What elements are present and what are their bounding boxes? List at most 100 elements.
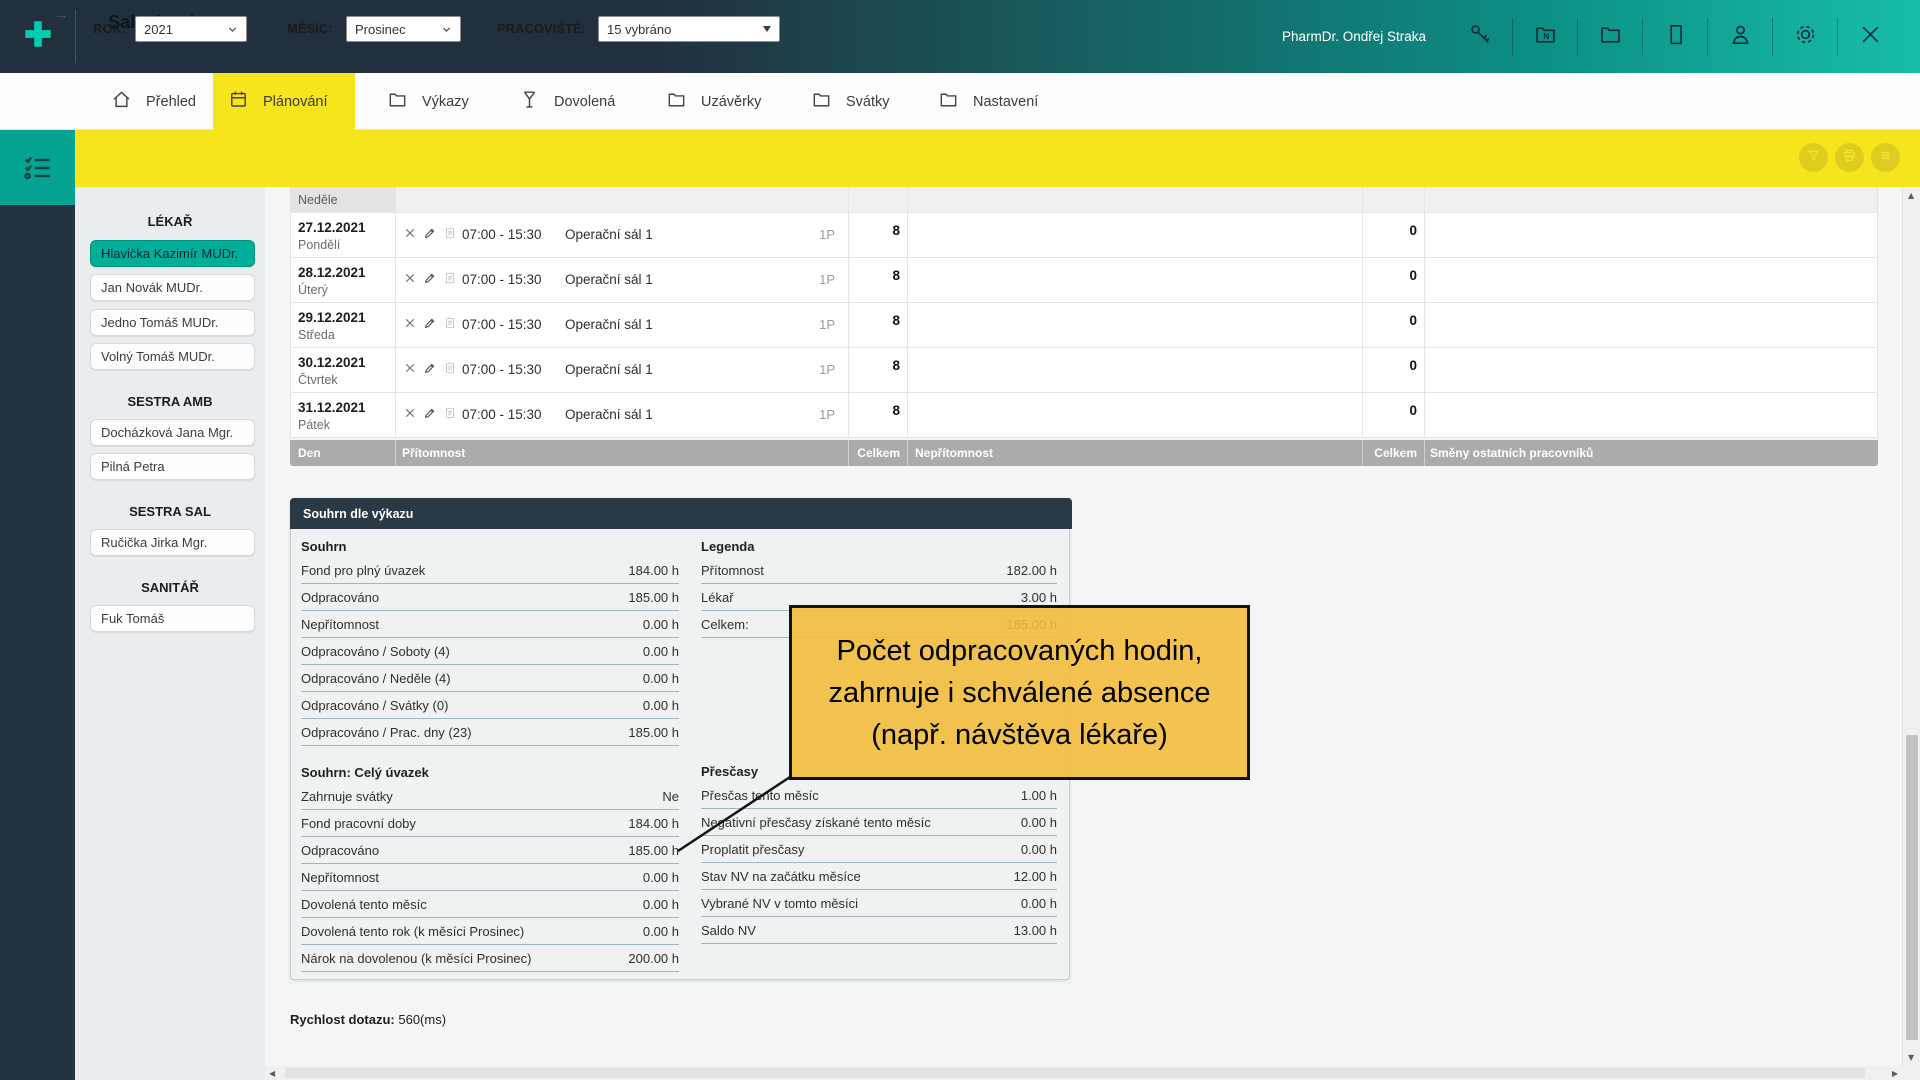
folder-icon xyxy=(1597,21,1624,53)
table-right-border xyxy=(1877,348,1878,392)
sidebar-person[interactable]: Jan Novák MUDr. xyxy=(90,274,255,301)
sidebar-person[interactable]: Hlavička Kazimír MUDr. xyxy=(90,240,255,267)
sidebar-group-title: SANITÁŘ xyxy=(75,580,265,595)
edit-icon[interactable] xyxy=(423,271,437,290)
summary-row: Fond pro plný úvazek184.00 h xyxy=(301,557,679,584)
tooltip-text-line: Počet odpracovaných hodin, xyxy=(837,630,1203,672)
delete-icon[interactable] xyxy=(403,406,417,425)
delete-icon[interactable] xyxy=(403,316,417,335)
column-border xyxy=(907,187,908,212)
gear-button[interactable] xyxy=(1773,0,1837,73)
edit-icon[interactable] xyxy=(423,361,437,380)
scroll-up-icon[interactable]: ▲ xyxy=(1908,191,1914,200)
sidebar-person[interactable]: Docházková Jana Mgr. xyxy=(90,419,255,446)
tab-planovani[interactable]: Plánování xyxy=(213,73,355,130)
summary-row-label: Odpracováno xyxy=(301,590,379,605)
document-icon[interactable] xyxy=(443,226,457,245)
schedule-row: 30.12.2021Čtvrtek07:00 - 15:30Operační s… xyxy=(290,348,1878,393)
tab-vykazy[interactable]: Výkazy xyxy=(372,73,490,130)
column-border xyxy=(395,258,396,302)
home-icon xyxy=(110,88,133,116)
column-border xyxy=(1362,393,1363,437)
workplace-select[interactable]: 15 vybráno xyxy=(598,16,780,42)
delete-icon[interactable] xyxy=(403,226,417,245)
document-icon[interactable] xyxy=(443,271,457,290)
footer-separator xyxy=(395,440,396,466)
scroll-right-icon[interactable]: ▶ xyxy=(1892,1069,1898,1078)
delete-icon[interactable] xyxy=(403,271,417,290)
window-button[interactable] xyxy=(1643,0,1707,73)
document-icon[interactable] xyxy=(443,361,457,380)
summary-row-value: 0.00 h xyxy=(643,897,679,912)
footer-col-label: Den xyxy=(298,446,321,460)
day-name: Čtvrtek xyxy=(298,373,338,387)
tab-nastaveni[interactable]: Nastavení xyxy=(923,73,1055,130)
sidebar-person[interactable]: Fuk Tomáš xyxy=(90,605,255,632)
vertical-scrollbar[interactable]: ▲ ▼ xyxy=(1902,187,1920,1066)
tab-label: Nastavení xyxy=(973,94,1038,110)
sidebar-person[interactable]: Ručička Jirka Mgr. xyxy=(90,529,255,556)
people-list-toggle[interactable] xyxy=(0,130,75,205)
month-select[interactable]: Prosinec xyxy=(346,16,461,42)
summary-row-value: 0.00 h xyxy=(643,924,679,939)
filter-button[interactable] xyxy=(1799,143,1828,172)
summary-row-label: Stav NV na začátku měsíce xyxy=(701,869,861,884)
vertical-scroll-thumb[interactable] xyxy=(1906,735,1918,1040)
summary-row: Dovolená tento měsíc0.00 h xyxy=(301,891,679,918)
menu-icon xyxy=(1877,147,1894,169)
summary-row-value: Ne xyxy=(662,789,679,804)
year-select[interactable]: 2021 xyxy=(135,16,247,42)
summary-row-value: 184.00 h xyxy=(628,816,679,831)
summary-row-label: Proplatit přesčasy xyxy=(701,842,804,857)
sidebar-person[interactable]: Pilná Petra xyxy=(90,453,255,480)
summary-row: Přesčas tento měsíc1.00 h xyxy=(701,782,1057,809)
date-label: 27.12.2021 xyxy=(298,220,366,235)
tab-prehled[interactable]: Přehled xyxy=(96,73,208,130)
folder-n-icon: N xyxy=(1532,21,1559,53)
summary-row-value: 0.00 h xyxy=(1021,815,1057,830)
rail-bottom xyxy=(0,1066,75,1080)
column-border xyxy=(1424,258,1425,302)
horizontal-scroll-thumb[interactable] xyxy=(285,1068,1865,1078)
column-border xyxy=(1362,187,1363,212)
folder-button[interactable] xyxy=(1578,0,1642,73)
edit-icon[interactable] xyxy=(423,316,437,335)
delete-icon[interactable] xyxy=(403,361,417,380)
summary-left-column: SouhrnFond pro plný úvazek184.00 hOdprac… xyxy=(301,530,679,972)
shift-time: 07:00 - 15:30 xyxy=(462,407,542,422)
close-button[interactable] xyxy=(1838,0,1902,73)
column-border xyxy=(907,393,908,437)
collapse-arrow-icon[interactable]: → xyxy=(54,6,69,23)
column-border xyxy=(848,213,849,257)
summary-row: Odpracováno / Soboty (4)0.00 h xyxy=(301,638,679,665)
shift-tag: 1P xyxy=(770,317,835,332)
footer-col-label: Směny ostatních pracovníků xyxy=(1430,446,1593,460)
summary-row: Proplatit přesčasy0.00 h xyxy=(701,836,1057,863)
summary-row-value: 1.00 h xyxy=(1021,788,1057,803)
document-icon[interactable] xyxy=(443,406,457,425)
sidebar-person[interactable]: Jedno Tomáš MUDr. xyxy=(90,309,255,336)
print-button[interactable] xyxy=(1835,143,1864,172)
tab-dovolena[interactable]: Dovolená xyxy=(504,73,632,130)
scroll-down-icon[interactable]: ▼ xyxy=(1908,1053,1914,1062)
table-right-border xyxy=(1877,393,1878,437)
table-left-border xyxy=(290,213,291,257)
edit-icon[interactable] xyxy=(423,226,437,245)
sidebar-person[interactable]: Volný Tomáš MUDr. xyxy=(90,343,255,370)
horizontal-scrollbar[interactable]: ◀ ▶ xyxy=(265,1066,1902,1080)
document-icon[interactable] xyxy=(443,316,457,335)
table-right-border xyxy=(1877,213,1878,257)
menu-button[interactable] xyxy=(1871,143,1900,172)
summary-row-value: 0.00 h xyxy=(643,870,679,885)
tab-uzaverky[interactable]: Uzávěrky xyxy=(651,73,779,130)
scroll-left-icon[interactable]: ◀ xyxy=(269,1069,275,1078)
folder-n-button[interactable]: N xyxy=(1513,0,1577,73)
person-button[interactable] xyxy=(1708,0,1772,73)
year-label: ROK: xyxy=(93,21,126,36)
shift-time: 07:00 - 15:30 xyxy=(462,317,542,332)
tab-svatky[interactable]: Svátky xyxy=(796,73,908,130)
tab-label: Výkazy xyxy=(422,94,469,110)
key-button[interactable] xyxy=(1448,0,1512,73)
edit-icon[interactable] xyxy=(423,406,437,425)
gear-icon xyxy=(1792,21,1819,53)
